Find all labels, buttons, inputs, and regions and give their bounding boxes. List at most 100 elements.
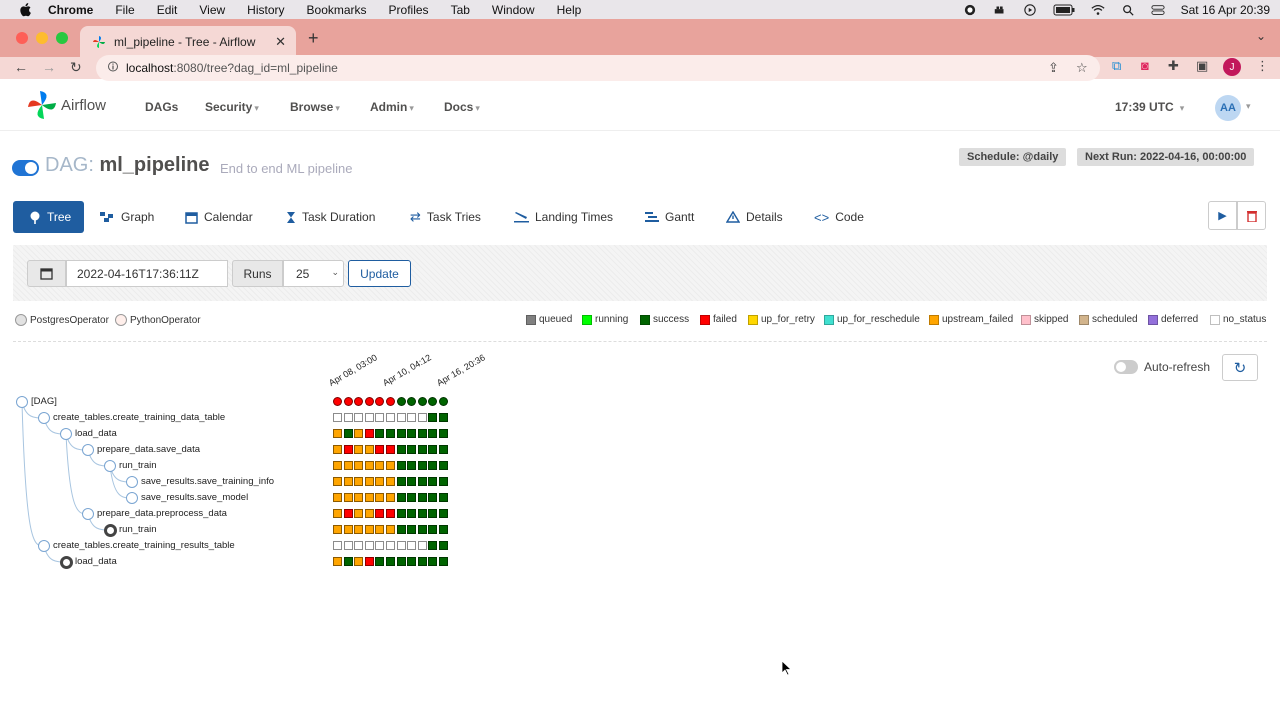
new-tab-icon[interactable]: + (308, 28, 319, 49)
task-instance-square[interactable] (375, 493, 385, 502)
tab-code[interactable]: <> Code (804, 201, 874, 233)
dag-run-circle[interactable] (333, 397, 342, 406)
task-instance-square[interactable] (396, 477, 406, 486)
task-instance-square[interactable] (364, 557, 374, 566)
trigger-dag-button[interactable]: ▶ (1208, 201, 1237, 230)
calendar-icon[interactable] (27, 260, 66, 287)
dag-run-circle[interactable] (354, 397, 364, 406)
task-instance-square[interactable] (439, 461, 448, 470)
task-instance-square[interactable] (364, 413, 374, 422)
user-avatar[interactable]: AA (1215, 95, 1241, 121)
task-instance-square[interactable] (343, 461, 353, 470)
task-instance-square[interactable] (428, 525, 438, 534)
dag-run-circle[interactable] (386, 397, 395, 406)
utc-clock[interactable]: 17:39 UTC ▾ (1115, 100, 1184, 114)
task-instance-square[interactable] (386, 493, 395, 502)
task-instance-square[interactable] (417, 445, 427, 454)
tree-node[interactable] (60, 556, 73, 569)
tree-node-label[interactable]: create_tables.create_training_results_ta… (53, 540, 235, 551)
task-instance-square[interactable] (386, 509, 395, 518)
nav-browse[interactable]: Browse ▾ (290, 100, 340, 114)
extensions-puzzle-icon[interactable]: ✚ (1168, 58, 1179, 74)
task-instance-square[interactable] (343, 493, 353, 502)
task-instance-square[interactable] (375, 541, 385, 550)
menu-app-name[interactable]: Chrome (48, 3, 93, 17)
tab-task-duration[interactable]: Task Duration (276, 201, 385, 233)
task-instance-square[interactable] (396, 413, 406, 422)
task-instance-square[interactable] (386, 413, 395, 422)
task-instance-square[interactable] (428, 445, 438, 454)
profile-avatar[interactable]: J (1223, 58, 1241, 76)
tree-node[interactable] (82, 508, 94, 520)
menubar-clock[interactable]: Sat 16 Apr 20:39 (1181, 3, 1270, 17)
menu-history[interactable]: History (247, 3, 284, 17)
back-arrow-icon[interactable]: ← (14, 59, 28, 75)
dag-run-circle[interactable] (439, 397, 448, 406)
task-instance-square[interactable] (386, 477, 395, 486)
zoom-window-button[interactable] (56, 32, 68, 44)
task-instance-square[interactable] (428, 461, 438, 470)
docker-icon[interactable] (993, 4, 1007, 16)
task-instance-square[interactable] (407, 413, 417, 422)
close-tab-icon[interactable]: ✕ (275, 34, 286, 50)
task-instance-square[interactable] (354, 509, 364, 518)
menu-window[interactable]: Window (492, 3, 535, 17)
base-date-input[interactable]: 2022-04-16T17:36:11Z (66, 260, 228, 287)
tab-landing-times[interactable]: Landing Times (504, 201, 623, 233)
task-instance-square[interactable] (343, 445, 353, 454)
task-instance-square[interactable] (354, 477, 364, 486)
side-panel-icon[interactable]: ▣ (1196, 58, 1208, 74)
task-instance-square[interactable] (396, 445, 406, 454)
task-instance-square[interactable] (439, 413, 448, 422)
nav-security[interactable]: Security ▾ (205, 100, 259, 114)
task-instance-square[interactable] (439, 557, 448, 566)
airflow-logo-icon[interactable] (26, 89, 58, 121)
tree-node[interactable] (60, 428, 72, 440)
task-instance-square[interactable] (343, 477, 353, 486)
task-instance-square[interactable] (333, 461, 342, 470)
task-instance-square[interactable] (386, 525, 395, 534)
task-instance-square[interactable] (407, 429, 417, 438)
task-instance-square[interactable] (386, 557, 395, 566)
tab-calendar[interactable]: Calendar (175, 201, 263, 233)
task-instance-square[interactable] (375, 525, 385, 534)
task-instance-square[interactable] (417, 461, 427, 470)
extension-pocket-icon[interactable]: ◙ (1141, 58, 1149, 73)
task-instance-square[interactable] (375, 461, 385, 470)
task-instance-square[interactable] (439, 541, 448, 550)
dag-run-circle[interactable] (396, 397, 406, 406)
task-instance-square[interactable] (407, 461, 417, 470)
wifi-icon[interactable] (1091, 4, 1105, 16)
task-instance-square[interactable] (417, 477, 427, 486)
task-instance-square[interactable] (417, 541, 427, 550)
task-instance-square[interactable] (354, 493, 364, 502)
task-instance-square[interactable] (386, 461, 395, 470)
auto-refresh-control[interactable]: Auto-refresh (1114, 360, 1210, 374)
task-instance-square[interactable] (375, 557, 385, 566)
task-instance-square[interactable] (354, 557, 364, 566)
task-instance-square[interactable] (333, 525, 342, 534)
task-instance-square[interactable] (396, 461, 406, 470)
task-instance-square[interactable] (333, 445, 342, 454)
address-bar[interactable]: localhost:8080/tree?dag_id=ml_pipeline ⇪… (96, 55, 1100, 81)
task-instance-square[interactable] (364, 493, 374, 502)
tab-task-tries[interactable]: ⇄ Task Tries (400, 201, 491, 233)
task-instance-square[interactable] (343, 509, 353, 518)
task-instance-square[interactable] (428, 413, 438, 422)
tree-node-label[interactable]: prepare_data.preprocess_data (97, 508, 227, 519)
tree-node[interactable] (126, 492, 138, 504)
task-instance-square[interactable] (439, 493, 448, 502)
tree-node-label[interactable]: create_tables.create_training_data_table (53, 412, 225, 423)
task-instance-square[interactable] (396, 557, 406, 566)
task-instance-square[interactable] (417, 493, 427, 502)
task-instance-square[interactable] (396, 509, 406, 518)
task-instance-square[interactable] (428, 493, 438, 502)
task-instance-square[interactable] (354, 525, 364, 534)
control-center-icon[interactable] (1151, 4, 1165, 16)
task-instance-square[interactable] (407, 509, 417, 518)
task-instance-square[interactable] (396, 525, 406, 534)
task-instance-square[interactable] (364, 525, 374, 534)
record-icon[interactable] (963, 4, 977, 16)
task-instance-square[interactable] (428, 429, 438, 438)
tree-node[interactable] (104, 524, 117, 537)
